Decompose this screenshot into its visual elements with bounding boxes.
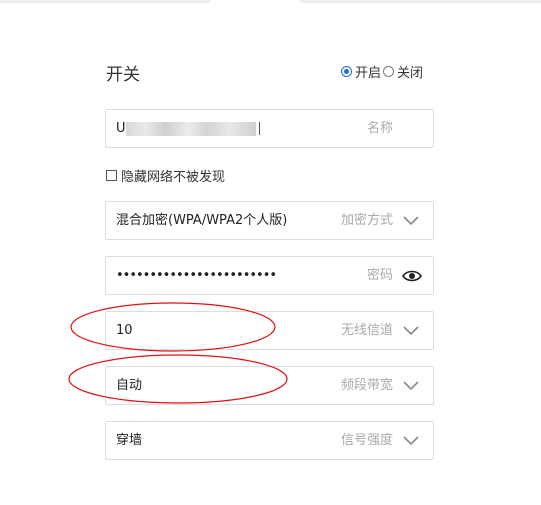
password-field[interactable]: •••••••••••••••••••••••• 密码 <box>105 256 434 295</box>
password-hint: 密码 <box>366 268 393 283</box>
switch-radio-group: 开启 关闭 <box>341 62 425 81</box>
hide-network-checkbox[interactable] <box>106 169 117 181</box>
radio-off[interactable] <box>383 65 395 77</box>
eye-icon[interactable] <box>402 269 422 283</box>
ssid-name-value[interactable]: U <box>116 110 126 147</box>
signal-strength-hint: 信号强度 <box>340 433 393 448</box>
ssid-redacted-tail <box>259 122 260 135</box>
bandwidth-value: 自动 <box>116 378 143 393</box>
chevron-down-icon[interactable] <box>403 379 419 391</box>
top-divider-gap <box>210 0 300 3</box>
signal-strength-select[interactable]: 穿墙 信号强度 <box>105 421 434 460</box>
chevron-down-icon[interactable] <box>403 434 419 446</box>
hide-network-row[interactable]: 隐藏网络不被发现 <box>106 166 225 185</box>
ssid-redacted-blur <box>126 122 256 136</box>
signal-strength-value: 穿墙 <box>116 433 143 448</box>
channel-select[interactable]: 10 无线信道 <box>105 311 434 350</box>
password-value[interactable]: •••••••••••••••••••••••• <box>116 257 277 294</box>
ssid-name-hint: 名称 <box>366 121 393 136</box>
ssid-name-field[interactable]: U 名称 <box>105 109 434 148</box>
radio-on-label[interactable]: 开启 <box>355 62 381 81</box>
chevron-down-icon[interactable] <box>403 324 419 336</box>
radio-off-label[interactable]: 关闭 <box>397 62 423 81</box>
encryption-value: 混合加密(WPA/WPA2个人版) <box>116 213 288 228</box>
channel-value: 10 <box>116 323 133 338</box>
encryption-select[interactable]: 混合加密(WPA/WPA2个人版) 加密方式 <box>105 201 434 240</box>
radio-on[interactable] <box>341 65 352 77</box>
channel-hint: 无线信道 <box>340 323 393 338</box>
switch-title: 开关 <box>106 65 140 85</box>
encryption-hint: 加密方式 <box>340 213 393 228</box>
chevron-down-icon[interactable] <box>403 214 419 226</box>
hide-network-label[interactable]: 隐藏网络不被发现 <box>121 166 225 185</box>
bandwidth-select[interactable]: 自动 频段带宽 <box>105 366 434 405</box>
bandwidth-hint: 频段带宽 <box>340 378 393 393</box>
